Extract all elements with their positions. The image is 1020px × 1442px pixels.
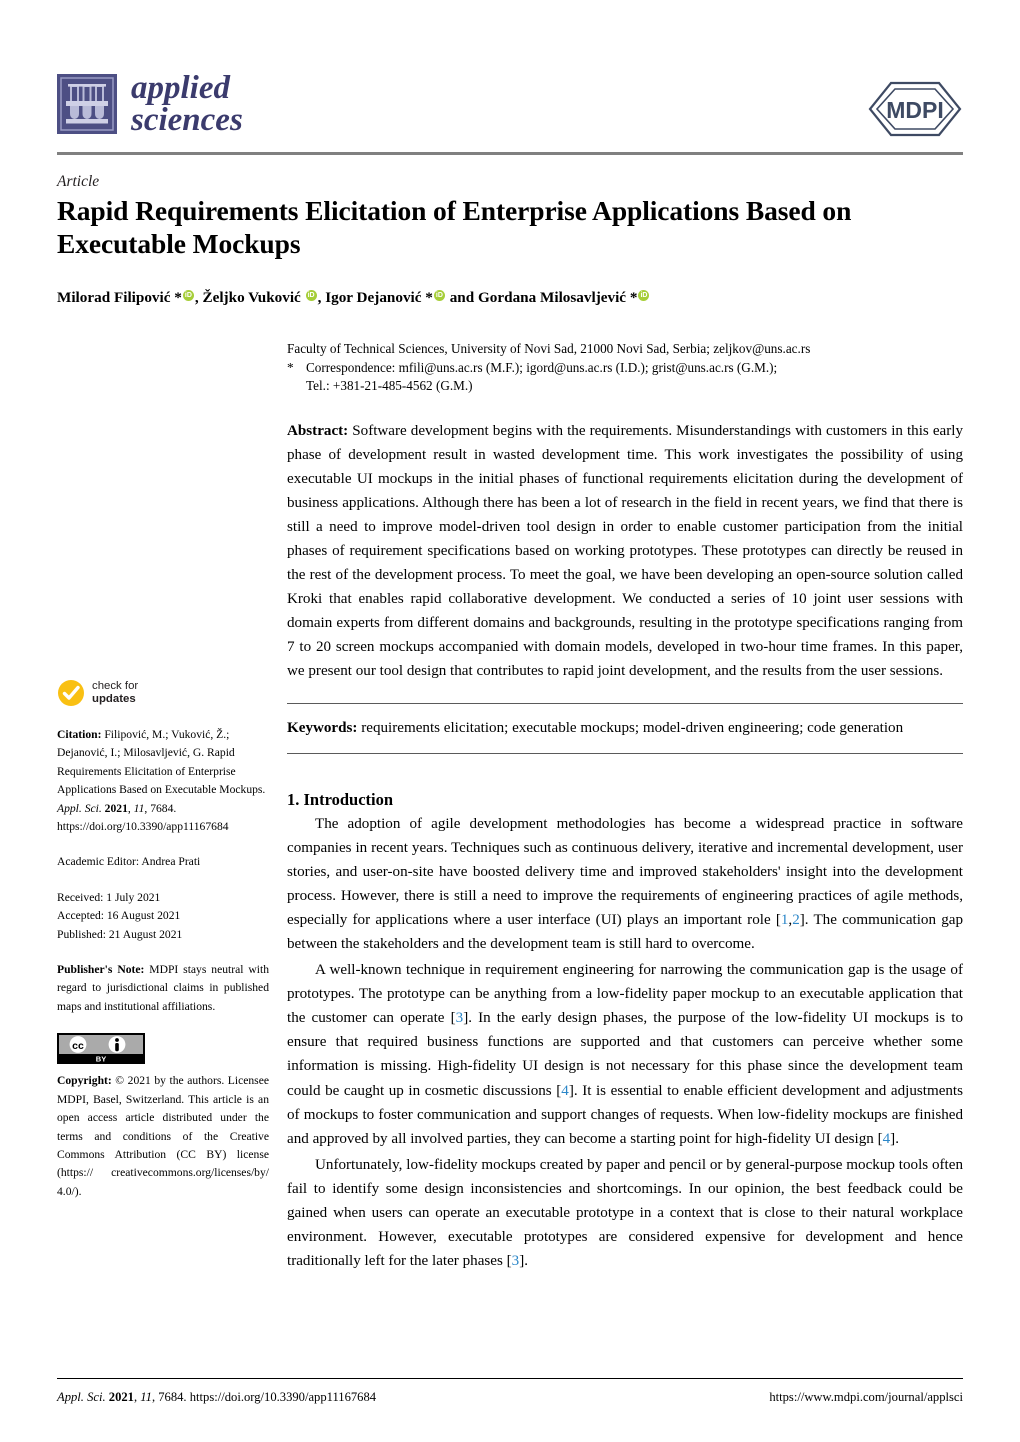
keywords-label: Keywords: xyxy=(287,719,358,736)
abstract-block: Abstract: Software development begins wi… xyxy=(287,419,963,684)
affiliation-line: Faculty of Technical Sciences, Universit… xyxy=(287,341,811,356)
masthead-divider xyxy=(57,152,963,155)
correspondence-marker: * xyxy=(287,359,294,375)
page-footer: Appl. Sci. 2021, 11, 7684. https://doi.o… xyxy=(57,1390,963,1405)
check-circle-icon xyxy=(58,680,84,706)
footer-pages: 7684. xyxy=(158,1390,187,1404)
journal-logo: applied sciences xyxy=(57,70,243,138)
abstract-label: Abstract: xyxy=(287,422,349,439)
citation-journal: Appl. Sci. xyxy=(57,801,102,815)
intro-paragraph-3: Unfortunately, low-fidelity mockups crea… xyxy=(287,1156,963,1270)
citation-label: Citation: xyxy=(57,728,102,741)
svg-text:BY: BY xyxy=(96,1055,106,1064)
metadata-sidebar: check for updates Citation: Filipović, M… xyxy=(57,676,269,1218)
keywords-bottom-divider xyxy=(287,752,963,754)
article-type-label: Article xyxy=(57,173,100,190)
section-heading-introduction: 1. Introduction xyxy=(287,789,394,809)
orcid-id-icon[interactable] xyxy=(305,290,317,301)
citation-volume: 11 xyxy=(133,801,145,815)
main-column: Faculty of Technical Sciences, Universit… xyxy=(287,340,963,1273)
journal-title: applied sciences xyxy=(131,70,243,138)
correspondence-row: * Correspondence: mfili@uns.ac.rs (M.F.)… xyxy=(287,359,963,378)
mdpi-logo-icon: MDPI xyxy=(868,81,962,137)
reference-link[interactable]: 2 xyxy=(792,912,800,928)
citation-pages: 7684. xyxy=(150,801,177,815)
published-date: Published: 21 August 2021 xyxy=(57,927,183,941)
citation-block: Citation: Filipović, M.; Vuković, Ž.; De… xyxy=(57,728,266,834)
footer-citation: Appl. Sci. 2021, 11, 7684. https://doi.o… xyxy=(57,1390,377,1404)
orcid-id-icon[interactable] xyxy=(433,290,445,301)
publisher-note-block: Publisher's Note: MDPI stays neutral wit… xyxy=(57,961,269,1016)
reference-link[interactable]: 3 xyxy=(456,1010,464,1026)
footer-doi[interactable]: https://doi.org/10.3390/app11167684 xyxy=(190,1390,376,1404)
journal-title-line1: applied xyxy=(131,70,230,106)
journal-masthead: applied sciences MDPI xyxy=(57,72,963,150)
copyright-block: Copyright: © 2021 by the authors. Licens… xyxy=(57,1072,269,1201)
orcid-id-icon[interactable] xyxy=(182,290,194,301)
reference-link[interactable]: 4 xyxy=(883,1131,891,1147)
page-title: Rapid Requirements Elicitation of Enterp… xyxy=(57,195,852,259)
footer-volume: 11 xyxy=(140,1390,152,1404)
copyright-label: Copyright: xyxy=(57,1074,112,1088)
received-date: Received: 1 July 2021 xyxy=(57,890,161,904)
footer-journal: Appl. Sci. xyxy=(57,1390,106,1404)
keywords-block: Keywords: requirements elicitation; exec… xyxy=(287,702,963,754)
svg-text:cc: cc xyxy=(72,1040,84,1052)
intro-paragraph-1: The adoption of agile development method… xyxy=(287,815,963,952)
check-for-updates-line2: updates xyxy=(92,693,136,705)
footer-year: 2021 xyxy=(108,1390,134,1404)
author-list: Milorad Filipović *, Željko Vuković , Ig… xyxy=(57,288,957,308)
abstract-text: Software development begins with the req… xyxy=(287,422,963,680)
copyright-text: © 2021 by the authors. Licensee MDPI, Ba… xyxy=(57,1074,269,1198)
reference-link[interactable]: 3 xyxy=(512,1253,520,1269)
academic-editor-line: Academic Editor: Andrea Prati xyxy=(57,855,201,869)
keywords-line: Keywords: requirements elicitation; exec… xyxy=(287,704,963,753)
footer-journal-url[interactable]: https://www.mdpi.com/journal/applsci xyxy=(769,1390,963,1405)
reference-link[interactable]: 4 xyxy=(561,1083,569,1099)
reference-link[interactable]: 1 xyxy=(781,912,789,928)
creative-commons-by-icon[interactable]: cc BY xyxy=(57,1033,145,1065)
publisher-note-label: Publisher's Note: xyxy=(57,963,145,977)
test-tube-rack-icon xyxy=(57,74,117,134)
accepted-date: Accepted: 16 August 2021 xyxy=(57,909,181,923)
journal-title-line2: sciences xyxy=(131,102,243,138)
check-for-updates-label: check for updates xyxy=(92,680,138,707)
paper-page: applied sciences MDPI Article Rapid Requ… xyxy=(0,0,1020,1442)
footer-divider xyxy=(57,1378,963,1379)
citation-year: 2021 xyxy=(104,801,128,815)
dates-block: Received: 1 July 2021 Accepted: 16 Augus… xyxy=(57,889,269,944)
correspondence-line: Correspondence: mfili@uns.ac.rs (M.F.); … xyxy=(306,359,778,375)
intro-paragraph-2: A well-known technique in requirement en… xyxy=(287,962,964,1147)
svg-text:MDPI: MDPI xyxy=(886,97,944,123)
telephone-line: Tel.: +381-21-485-4562 (G.M.) xyxy=(306,378,473,393)
keywords-text: requirements elicitation; executable moc… xyxy=(361,719,904,736)
check-for-updates-line1: check for xyxy=(92,679,139,692)
affiliation-block: Faculty of Technical Sciences, Universit… xyxy=(287,340,963,396)
check-for-updates-badge[interactable]: check for updates xyxy=(57,676,269,710)
orcid-id-icon[interactable] xyxy=(638,290,650,301)
citation-doi[interactable]: https://doi.org/10.3390/app11167684 xyxy=(57,820,229,833)
